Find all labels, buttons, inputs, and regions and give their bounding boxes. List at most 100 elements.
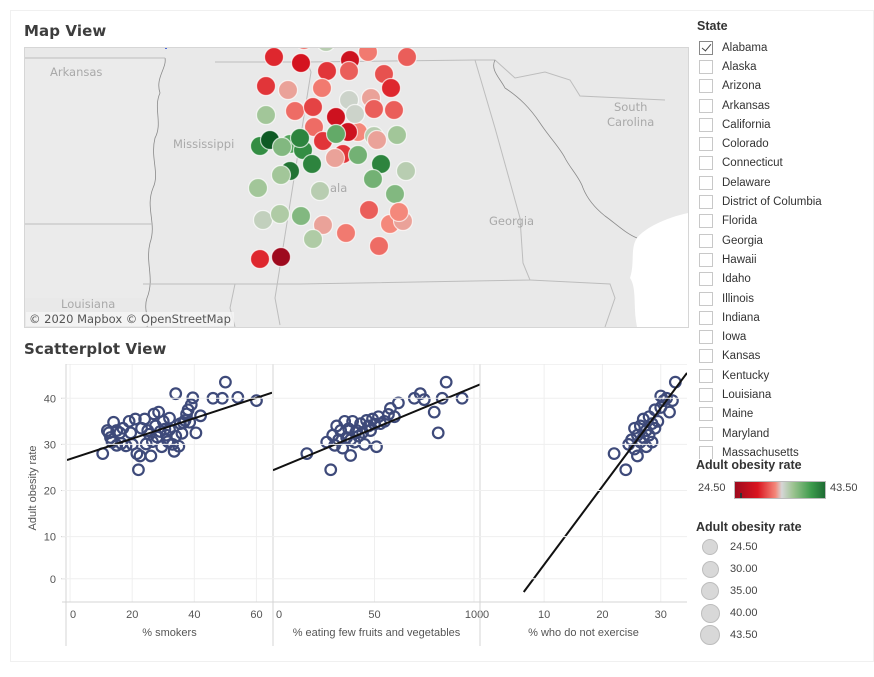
checkbox[interactable]: [699, 117, 713, 132]
checkbox[interactable]: [699, 175, 713, 190]
state-filter-item[interactable]: Delaware: [699, 173, 864, 192]
checkbox[interactable]: [699, 233, 713, 248]
scatterplot-chart[interactable]: 0 10 20 30 40 Adult obesity rate 0 20 40 60 % sm…: [24, 364, 688, 646]
checkbox[interactable]: [699, 349, 713, 364]
county-dot[interactable]: [380, 77, 402, 99]
state-filter-item[interactable]: Maine: [699, 405, 864, 424]
county-dot[interactable]: [344, 103, 366, 125]
county-dot[interactable]: [362, 168, 384, 190]
checkbox[interactable]: [699, 40, 713, 55]
county-dot[interactable]: [335, 222, 357, 244]
data-point[interactable]: [427, 405, 441, 419]
county-dot[interactable]: [324, 147, 346, 169]
state-filter-item[interactable]: Iowa: [699, 327, 864, 346]
county-dot[interactable]: [383, 99, 405, 121]
state-filter-item[interactable]: Alaska: [699, 57, 864, 76]
state-filter-item[interactable]: Kansas: [699, 347, 864, 366]
state-filter-item[interactable]: California: [699, 115, 864, 134]
county-dot[interactable]: [290, 205, 312, 227]
state-filter-item[interactable]: Arizona: [699, 77, 864, 96]
state-filter-item[interactable]: Hawaii: [699, 250, 864, 269]
trend-line[interactable]: [522, 372, 687, 593]
trend-line[interactable]: [273, 383, 480, 472]
county-dot[interactable]: [295, 48, 314, 51]
state-filter-item[interactable]: Maryland: [699, 424, 864, 443]
data-point[interactable]: [189, 426, 203, 440]
state-filter-item[interactable]: Indiana: [699, 308, 864, 327]
checkbox[interactable]: [699, 156, 713, 171]
county-dot[interactable]: [302, 96, 324, 118]
county-dot[interactable]: [396, 48, 418, 68]
county-dot[interactable]: [338, 60, 360, 82]
county-dot[interactable]: [263, 48, 285, 68]
checkbox[interactable]: [699, 387, 713, 402]
county-dot[interactable]: [270, 246, 292, 268]
state-filter-item[interactable]: Arkansas: [699, 96, 864, 115]
map-attribution[interactable]: © 2020 Mapbox © OpenStreetMap: [26, 312, 234, 326]
checkbox[interactable]: [699, 98, 713, 113]
state-filter-list[interactable]: Alabama Alaska Arizona Arkansas California Co…: [699, 38, 864, 459]
checkbox[interactable]: [699, 79, 713, 94]
county-dot[interactable]: [252, 209, 274, 231]
county-dot[interactable]: [366, 129, 388, 151]
state-filter-item[interactable]: Louisiana: [699, 385, 864, 404]
state-filter-item[interactable]: Colorado: [699, 134, 864, 153]
checkbox[interactable]: [699, 252, 713, 267]
state-filter-item[interactable]: Alabama: [699, 38, 864, 57]
scatter-panel[interactable]: 0 10 20 30 % who do not exercise: [479, 364, 687, 646]
checkbox[interactable]: [699, 214, 713, 229]
state-filter-item[interactable]: Illinois: [699, 289, 864, 308]
county-dot[interactable]: [388, 201, 410, 223]
county-dot[interactable]: [386, 124, 408, 146]
state-filter-item[interactable]: Massachusetts: [699, 443, 864, 459]
county-dot[interactable]: [284, 100, 306, 122]
data-point[interactable]: [324, 463, 338, 477]
county-dot[interactable]: [290, 52, 312, 74]
county-dot[interactable]: [395, 160, 417, 182]
checkbox[interactable]: [699, 310, 713, 325]
county-dot[interactable]: [317, 48, 336, 53]
checkbox[interactable]: [699, 407, 713, 422]
data-point[interactable]: [133, 449, 147, 463]
county-dot[interactable]: [347, 144, 369, 166]
checkbox[interactable]: [699, 330, 713, 345]
county-dot[interactable]: [357, 48, 379, 63]
county-dot[interactable]: [363, 98, 385, 120]
checkbox[interactable]: [699, 272, 713, 287]
data-point[interactable]: [439, 375, 453, 389]
checkbox[interactable]: [699, 195, 713, 210]
county-dot[interactable]: [368, 235, 390, 257]
county-dot[interactable]: [247, 177, 269, 199]
checkbox[interactable]: [699, 368, 713, 383]
map-view[interactable]: Arkansas Mississippi Louisiana Georgia S…: [24, 47, 689, 328]
data-point[interactable]: [370, 440, 383, 454]
scatter-panel[interactable]: 0 20 40 60 % smokers: [67, 364, 272, 639]
county-dot[interactable]: [270, 164, 292, 186]
county-dot[interactable]: [269, 203, 291, 225]
checkbox[interactable]: [699, 59, 713, 74]
county-dot[interactable]: [309, 180, 331, 202]
county-dot[interactable]: [277, 79, 299, 101]
state-filter-item[interactable]: Kentucky: [699, 366, 864, 385]
data-point[interactable]: [431, 426, 445, 440]
data-point[interactable]: [619, 463, 633, 477]
state-filter-item[interactable]: Georgia: [699, 231, 864, 250]
data-point[interactable]: [391, 396, 405, 410]
checkbox[interactable]: [699, 426, 713, 441]
state-filter-item[interactable]: Connecticut: [699, 154, 864, 173]
county-dot[interactable]: [358, 199, 380, 221]
county-dot[interactable]: [289, 127, 311, 149]
county-dot[interactable]: [384, 183, 406, 205]
county-dot[interactable]: [255, 104, 277, 126]
data-point[interactable]: [231, 390, 245, 404]
state-filter-item[interactable]: Florida: [699, 212, 864, 231]
scatter-panel[interactable]: 0 50 100% eating few fruits and vegetables: [272, 364, 483, 646]
county-dot[interactable]: [325, 123, 347, 145]
data-point[interactable]: [344, 449, 358, 462]
data-point[interactable]: [663, 405, 676, 419]
state-filter-item[interactable]: District of Columbia: [699, 192, 864, 211]
county-dot[interactable]: [249, 248, 271, 270]
data-point[interactable]: [169, 387, 183, 401]
checkbox[interactable]: [699, 291, 713, 306]
data-point[interactable]: [219, 375, 232, 389]
